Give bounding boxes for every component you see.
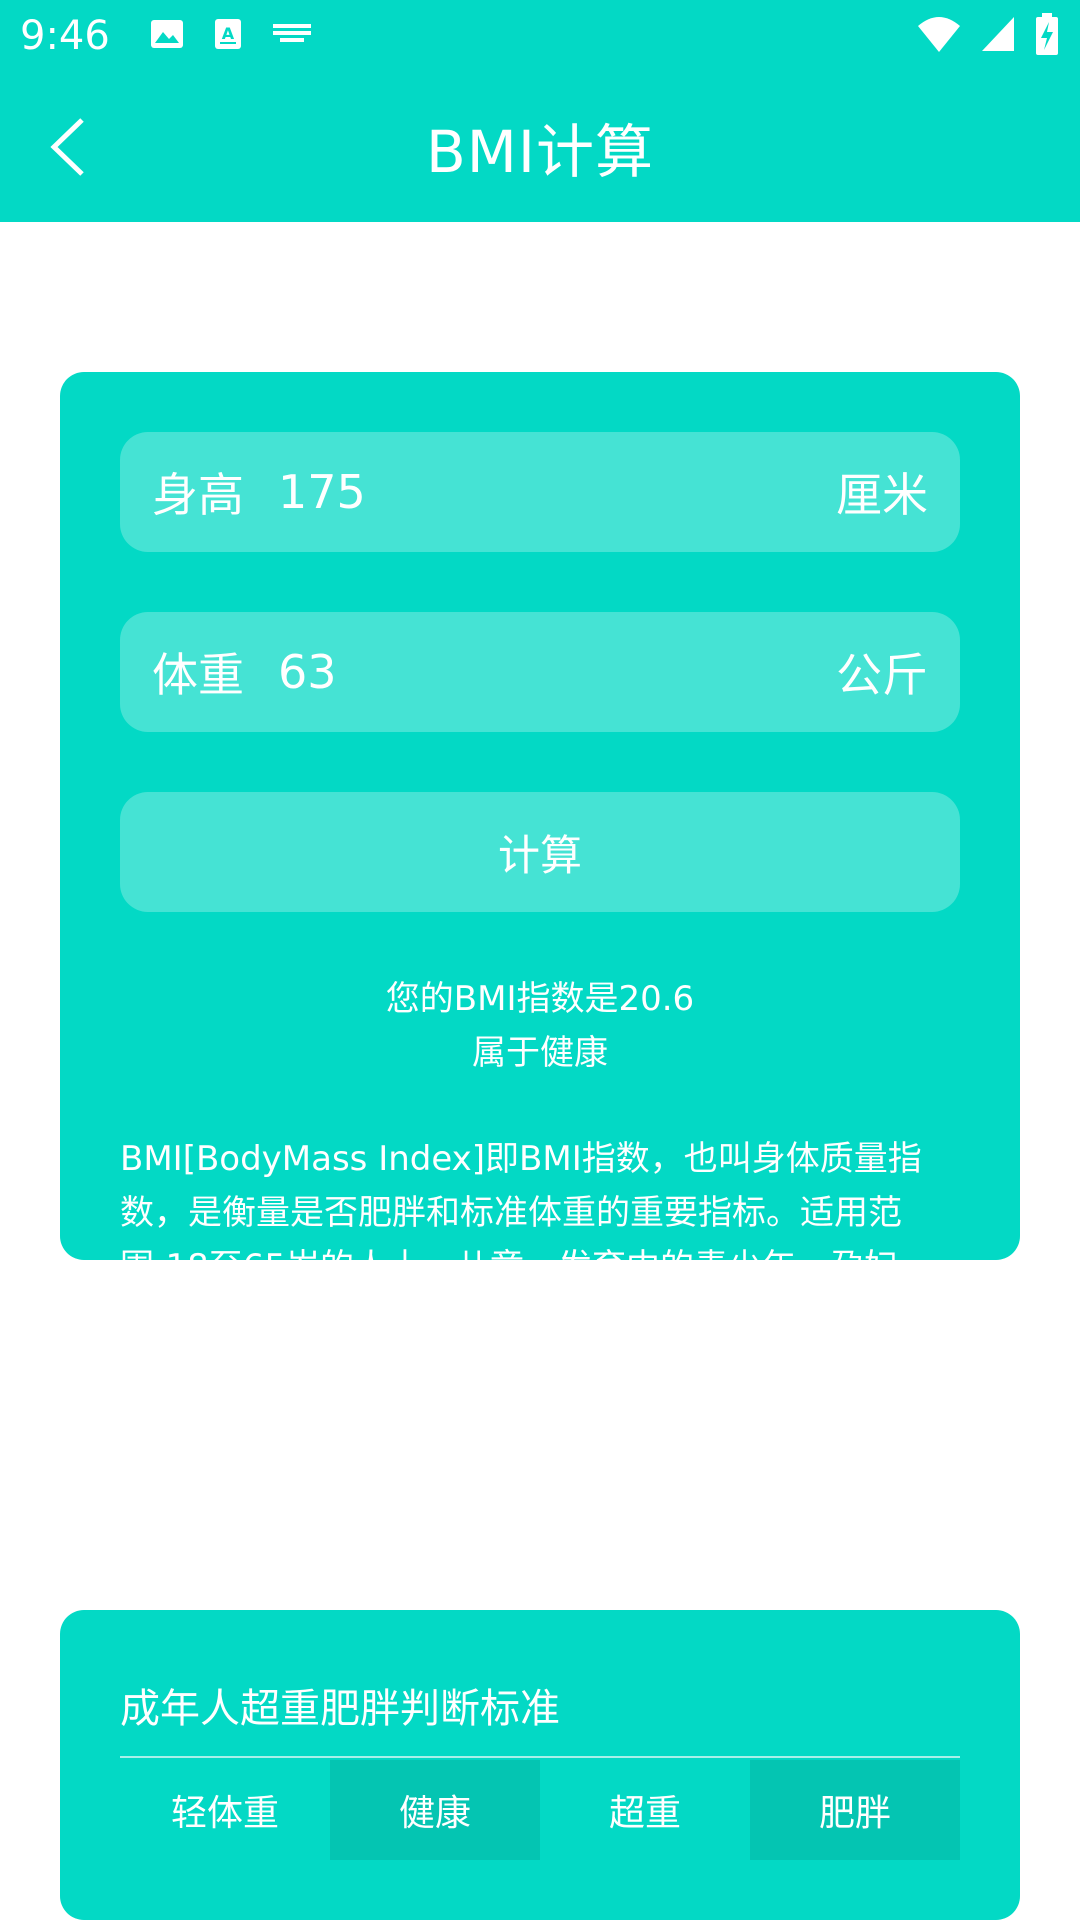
standard-healthy: 健康 bbox=[330, 1760, 540, 1860]
signal-icon bbox=[980, 15, 1016, 57]
weight-input[interactable]: 63 bbox=[278, 645, 337, 699]
battery-charging-icon bbox=[1034, 12, 1060, 60]
standards-title: 成年人超重肥胖判断标准 bbox=[120, 1686, 560, 1732]
weight-label: 体重 bbox=[152, 648, 244, 702]
height-field[interactable]: 身高 175 厘米 bbox=[120, 432, 960, 552]
status-icons-right bbox=[916, 12, 1060, 60]
height-input[interactable]: 175 bbox=[278, 465, 366, 519]
bmi-result-category: 属于健康 bbox=[472, 1033, 608, 1073]
text-icon: A bbox=[214, 18, 242, 54]
status-time: 9:46 bbox=[20, 13, 110, 59]
bmi-result-value: 您的BMI指数是20.6 bbox=[385, 979, 695, 1019]
bmi-calculator-card: 身高 175 厘米 体重 63 公斤 计算 您的BMI指数是20.6 属于健康 … bbox=[60, 372, 1020, 1395]
svg-text:A: A bbox=[222, 24, 235, 43]
image-icon bbox=[150, 19, 184, 53]
status-icons-left: A bbox=[150, 18, 312, 54]
bmi-result: 您的BMI指数是20.6 属于健康 bbox=[60, 972, 1020, 1080]
chevron-left-icon bbox=[50, 118, 84, 176]
page-title: BMI计算 bbox=[426, 118, 654, 186]
status-bar: 9:46 A bbox=[0, 0, 1080, 72]
app-bar: BMI计算 bbox=[0, 72, 1080, 222]
divider bbox=[120, 1756, 960, 1758]
weight-unit: 公斤 bbox=[836, 648, 928, 702]
height-label: 身高 bbox=[152, 468, 244, 522]
weight-field[interactable]: 体重 63 公斤 bbox=[120, 612, 960, 732]
standard-underweight: 轻体重 bbox=[170, 1793, 279, 1834]
back-button[interactable] bbox=[44, 112, 114, 182]
bmi-description: BMI[BodyMass Index]即BMI指数，也叫身体质量指数，是衡量是否… bbox=[120, 1139, 936, 1395]
height-unit: 厘米 bbox=[836, 468, 928, 522]
calculate-button[interactable]: 计算 bbox=[120, 792, 960, 912]
standards-row: 轻体重 健康 超重 肥胖 bbox=[120, 1760, 960, 1860]
standard-obese: 肥胖 bbox=[750, 1760, 960, 1860]
standards-card: 成年人超重肥胖判断标准 轻体重 健康 超重 肥胖 bbox=[60, 1610, 1020, 1920]
wifi-icon bbox=[916, 14, 962, 58]
keyboard-icon bbox=[272, 23, 312, 49]
standard-overweight: 超重 bbox=[608, 1793, 681, 1834]
